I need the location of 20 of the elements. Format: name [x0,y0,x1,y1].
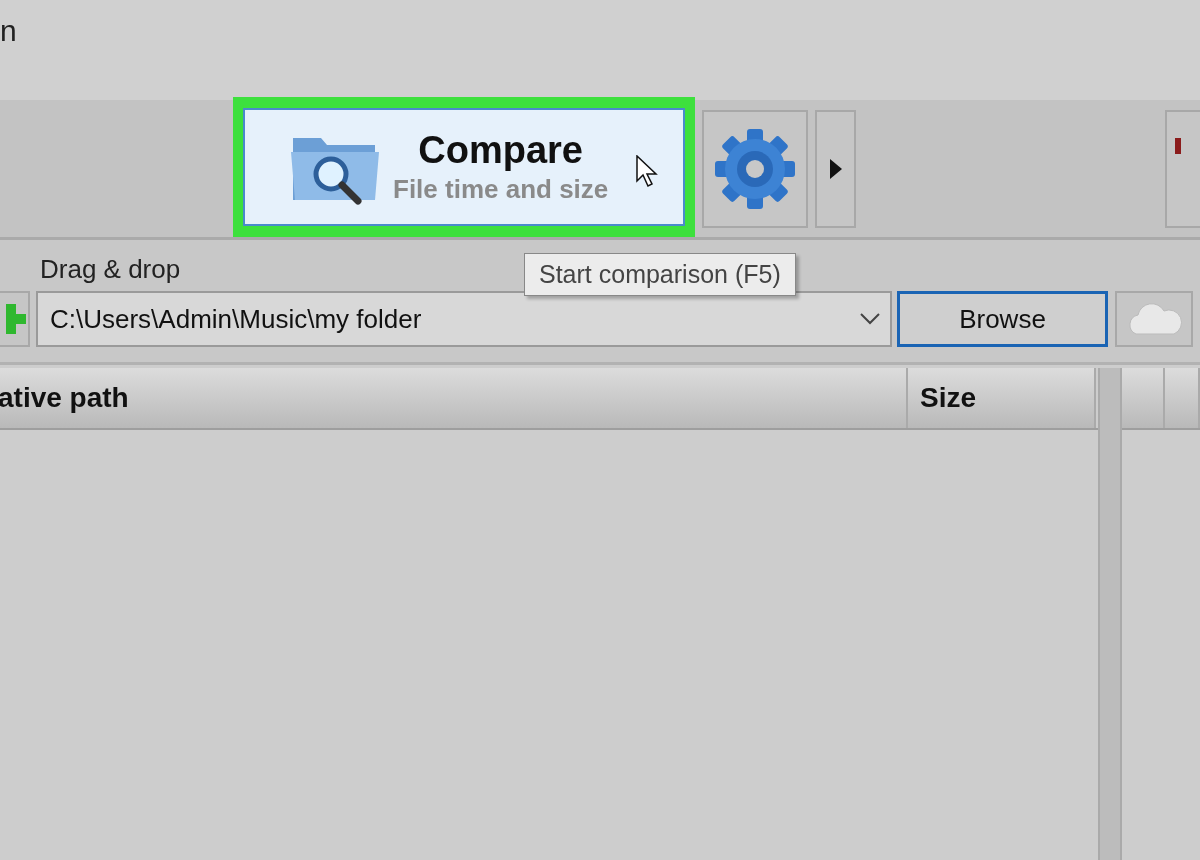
browse-button[interactable]: Browse [897,291,1108,347]
add-folder-button[interactable] [0,291,30,347]
column-header[interactable] [1122,368,1165,428]
expand-button[interactable] [815,110,856,228]
mouse-pointer-icon [636,155,660,189]
drop-label: Drag & drop [40,254,181,285]
settings-button[interactable] [702,110,808,228]
splitter[interactable] [1098,368,1122,860]
cloud-button[interactable] [1115,291,1193,347]
compare-button[interactable]: Compare File time and size [243,108,685,226]
settings-icon [713,127,797,211]
cloud-icon [1126,302,1182,336]
tooltip: Start comparison (F5) [524,253,796,296]
window-title: n [0,14,17,48]
chevron-down-icon [860,313,880,325]
folder-path-field[interactable]: C:\Users\Admin\Music\my folder [36,291,892,347]
triangle-right-icon [829,159,842,179]
plus-icon [6,304,28,334]
column-header[interactable] [1165,368,1200,428]
column-header[interactable]: Size [908,368,1096,428]
